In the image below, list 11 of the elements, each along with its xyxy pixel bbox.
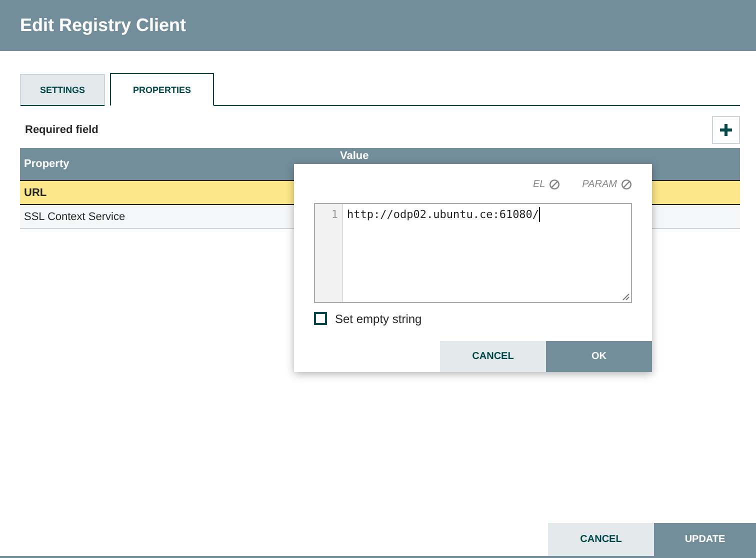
column-header: Property [23, 158, 70, 170]
column-header: Value [340, 150, 369, 162]
property-name: URL [24, 186, 47, 198]
line-number: 1 [331, 208, 338, 221]
flag-label: PARAM [582, 179, 617, 190]
required-field-label: Required field [25, 124, 98, 136]
flag-label: EL [532, 179, 546, 190]
url-value: http://odp02.ubuntu.ce:61080/ [347, 206, 540, 223]
checkbox-label: Set empty string [335, 312, 422, 326]
property-name: SSL Context Service [24, 210, 126, 222]
dialog-title: Edit Registry Client [20, 15, 186, 36]
